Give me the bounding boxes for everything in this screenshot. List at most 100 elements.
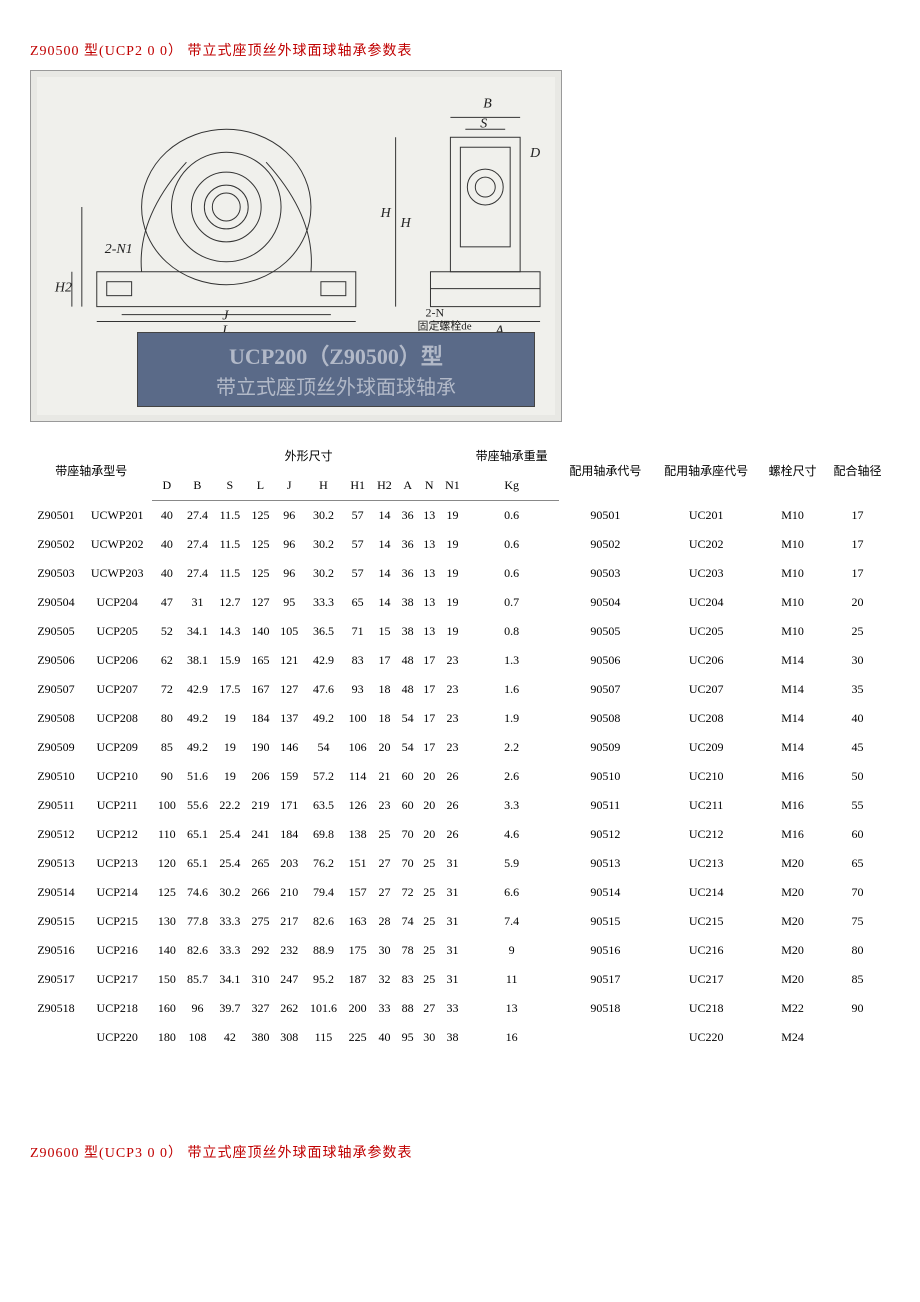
cell-H2: 33 [372, 994, 397, 1023]
table-row: Z90503UCWP2034027.411.51259630.257143613… [30, 559, 890, 588]
cell-J: 127 [275, 675, 304, 704]
cell-shaft: 50 [825, 762, 890, 791]
cell-S: 42 [214, 1023, 246, 1052]
cell-shaft: 17 [825, 559, 890, 588]
cell-N1: 38 [440, 1023, 465, 1052]
cell-bolt: M10 [760, 530, 825, 559]
cell-D: 40 [152, 559, 181, 588]
cell-H1: 57 [343, 559, 372, 588]
cell-c2: UCP213 [82, 849, 152, 878]
cell-B: 31 [181, 588, 213, 617]
cell-A: 48 [397, 646, 419, 675]
cell-Kg: 11 [465, 965, 559, 994]
cell-A: 36 [397, 559, 419, 588]
th-L: L [246, 471, 275, 501]
cell-L: 125 [246, 501, 275, 531]
cell-H: 69.8 [304, 820, 344, 849]
cell-N1: 23 [440, 646, 465, 675]
cell-H1: 57 [343, 501, 372, 531]
cell-N1: 23 [440, 733, 465, 762]
cell-H2: 14 [372, 588, 397, 617]
cell-shaft: 65 [825, 849, 890, 878]
table-row: Z90515UCP21513077.833.327521782.61632874… [30, 907, 890, 936]
cell-S: 33.3 [214, 907, 246, 936]
cell-S: 11.5 [214, 530, 246, 559]
cell-H2: 14 [372, 501, 397, 531]
table-row: Z90506UCP2066238.115.916512142.983174817… [30, 646, 890, 675]
cell-Kg: 1.9 [465, 704, 559, 733]
cell-bcode [559, 1023, 653, 1052]
cell-H1: 163 [343, 907, 372, 936]
cell-S: 25.4 [214, 820, 246, 849]
cell-bolt: M24 [760, 1023, 825, 1052]
cell-J: 137 [275, 704, 304, 733]
cell-D: 40 [152, 530, 181, 559]
cell-N: 17 [418, 646, 440, 675]
cell-c1: Z90504 [30, 588, 82, 617]
th-bolt: 螺栓尺寸 [760, 440, 825, 501]
cell-S: 19 [214, 733, 246, 762]
cell-J: 96 [275, 530, 304, 559]
cell-Kg: 7.4 [465, 907, 559, 936]
cell-H: 49.2 [304, 704, 344, 733]
cell-L: 206 [246, 762, 275, 791]
cell-c2: UCWP203 [82, 559, 152, 588]
cell-hcode: UC203 [652, 559, 760, 588]
cell-H: 82.6 [304, 907, 344, 936]
cell-J: 203 [275, 849, 304, 878]
cell-H1: 71 [343, 617, 372, 646]
cell-c1: Z90518 [30, 994, 82, 1023]
cell-c2: UCP220 [82, 1023, 152, 1052]
cell-J: 262 [275, 994, 304, 1023]
cell-L: 190 [246, 733, 275, 762]
cell-H1: 200 [343, 994, 372, 1023]
cell-H2: 20 [372, 733, 397, 762]
cell-shaft: 55 [825, 791, 890, 820]
cell-D: 52 [152, 617, 181, 646]
cell-hcode: UC215 [652, 907, 760, 936]
cell-hcode: UC218 [652, 994, 760, 1023]
cell-N1: 26 [440, 791, 465, 820]
cell-L: 125 [246, 530, 275, 559]
cell-S: 15.9 [214, 646, 246, 675]
cell-bcode: 90506 [559, 646, 653, 675]
cell-H2: 15 [372, 617, 397, 646]
cell-L: 127 [246, 588, 275, 617]
cell-bcode: 90512 [559, 820, 653, 849]
cell-D: 100 [152, 791, 181, 820]
cell-bcode: 90513 [559, 849, 653, 878]
cell-c1: Z90517 [30, 965, 82, 994]
cell-L: 241 [246, 820, 275, 849]
cell-N: 13 [418, 588, 440, 617]
cell-J: 159 [275, 762, 304, 791]
cell-L: 265 [246, 849, 275, 878]
cell-bolt: M10 [760, 617, 825, 646]
cell-J: 171 [275, 791, 304, 820]
cell-Kg: 0.7 [465, 588, 559, 617]
table-row: Z90510UCP2109051.61920615957.21142160202… [30, 762, 890, 791]
cell-A: 60 [397, 791, 419, 820]
cell-shaft: 75 [825, 907, 890, 936]
th-model: 带座轴承型号 [30, 440, 152, 501]
diagram-inner: B S D H 2-N1 H2 J L 2-N 固定螺栓de A H UCP20… [37, 77, 555, 415]
diagram-container: B S D H 2-N1 H2 J L 2-N 固定螺栓de A H UCP20… [30, 70, 562, 422]
cell-D: 72 [152, 675, 181, 704]
cell-B: 65.1 [181, 820, 213, 849]
cell-N1: 19 [440, 559, 465, 588]
cell-H: 30.2 [304, 501, 344, 531]
cell-J: 96 [275, 559, 304, 588]
cell-H: 33.3 [304, 588, 344, 617]
cell-hcode: UC201 [652, 501, 760, 531]
cell-A: 48 [397, 675, 419, 704]
dim-label-B: B [483, 96, 492, 111]
cell-bolt: M10 [760, 559, 825, 588]
table-row: Z90501UCWP2014027.411.51259630.257143613… [30, 501, 890, 531]
cell-Kg: 2.6 [465, 762, 559, 791]
cell-c1: Z90508 [30, 704, 82, 733]
cell-shaft: 35 [825, 675, 890, 704]
cell-N1: 31 [440, 965, 465, 994]
th-D: D [152, 471, 181, 501]
cell-c2: UCP207 [82, 675, 152, 704]
th-H1: H1 [343, 471, 372, 501]
cell-shaft: 40 [825, 704, 890, 733]
